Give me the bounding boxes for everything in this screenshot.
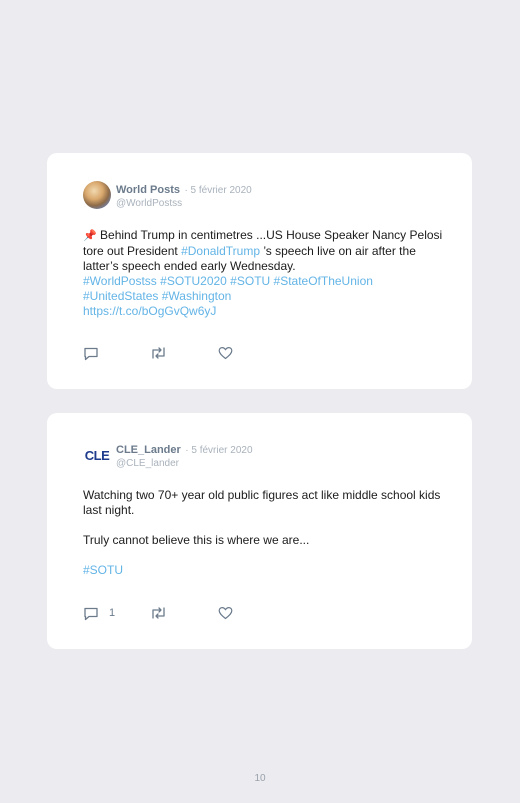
tweet-card[interactable]: World Posts · 5 février 2020 @WorldPosts… [47, 153, 472, 389]
avatar-logo-text: CLE [84, 447, 110, 463]
tweet-header: CLE_Lander · 5 février 2020 @CLE_lander [116, 442, 253, 470]
reply-icon [84, 607, 98, 620]
retweet-icon [152, 607, 165, 619]
retweet-button[interactable] [150, 605, 177, 621]
hashtag-links[interactable]: #WorldPostss #SOTU2020 #SOTU #StateOfThe… [83, 274, 373, 288]
avatar[interactable] [83, 181, 111, 209]
author-handle[interactable]: @WorldPostss [116, 197, 252, 210]
tweet-card[interactable]: CLE CLE_Lander · 5 février 2020 @CLE_lan… [47, 413, 472, 649]
tweet-line: Truly cannot believe this is where we ar… [83, 533, 310, 547]
tweet-header: World Posts · 5 février 2020 @WorldPosts… [116, 182, 252, 210]
reply-count: 1 [109, 607, 116, 619]
tweet-actions [83, 345, 283, 361]
tweet-text: Watching two 70+ year old public figures… [83, 488, 443, 578]
avatar[interactable]: CLE [83, 441, 111, 469]
reply-icon [84, 347, 98, 360]
like-button[interactable] [218, 605, 243, 621]
tweet-date: · 5 février 2020 [184, 185, 252, 196]
like-button[interactable] [218, 345, 243, 361]
hashtag-links[interactable]: #UnitedStates #Washington [83, 289, 231, 303]
page-number: 10 [254, 773, 266, 784]
retweet-icon [152, 347, 165, 359]
like-icon [218, 607, 233, 620]
tweet-date: · 5 février 2020 [185, 445, 253, 456]
retweet-button[interactable] [150, 345, 177, 361]
tweet-url[interactable]: https://t.co/bOgGvQw6yJ [83, 304, 216, 318]
tweet-actions: 1 [83, 605, 283, 621]
like-icon [218, 347, 233, 360]
reply-button[interactable]: 1 [83, 605, 115, 621]
reply-button[interactable] [83, 345, 109, 361]
author-handle[interactable]: @CLE_lander [116, 457, 253, 470]
tweet-text: 📌 Behind Trump in centimetres ...US Hous… [83, 228, 443, 319]
tweet-line: Watching two 70+ year old public figures… [83, 488, 441, 517]
author-name[interactable]: CLE_Lander [116, 444, 181, 456]
hashtag-link[interactable]: #DonaldTrump [181, 244, 260, 258]
hashtag-link[interactable]: #SOTU [83, 563, 123, 577]
pin-icon: 📌 [83, 230, 97, 242]
author-name[interactable]: World Posts [116, 184, 180, 196]
